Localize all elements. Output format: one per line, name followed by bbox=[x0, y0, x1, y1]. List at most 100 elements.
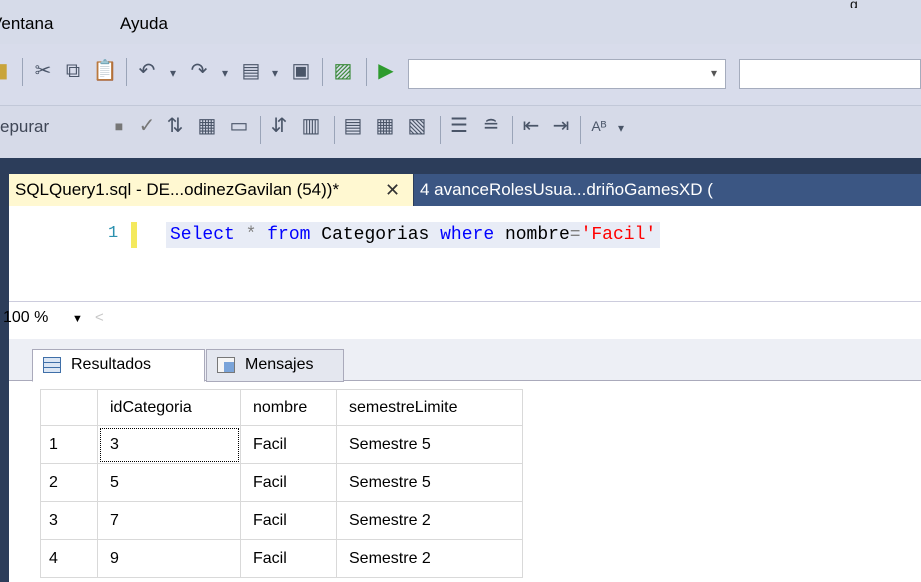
toolbar-separator bbox=[440, 116, 441, 144]
results-to-text-icon[interactable]: ▤ bbox=[340, 114, 366, 138]
row-number[interactable]: 1 bbox=[40, 425, 98, 464]
uncomment-icon[interactable]: ≘ bbox=[478, 114, 504, 138]
keyword-token: Select bbox=[170, 225, 235, 245]
zoom-level[interactable]: 100 % bbox=[3, 309, 48, 327]
toolbar-separator bbox=[322, 58, 323, 86]
row-number[interactable]: 3 bbox=[40, 501, 98, 540]
toolbar-overflow-icon[interactable]: ▾ bbox=[608, 116, 634, 140]
cell-semestrelimite[interactable]: Semestre 2 bbox=[336, 501, 523, 540]
save-icon[interactable]: ▣ bbox=[288, 59, 314, 83]
comment-icon[interactable]: ☰ bbox=[446, 114, 472, 138]
operator-token: = bbox=[569, 225, 581, 245]
code-line[interactable]: Select * from Categorias where nombre='F… bbox=[166, 222, 661, 248]
change-marker bbox=[131, 222, 137, 248]
close-icon[interactable]: ✕ bbox=[385, 174, 400, 206]
chevron-down-icon: ▾ bbox=[710, 66, 717, 80]
messages-icon bbox=[217, 357, 235, 373]
cell-semestrelimite[interactable]: Semestre 2 bbox=[336, 539, 523, 578]
decrease-indent-icon[interactable]: ⇤ bbox=[518, 114, 544, 138]
cut-icon[interactable]: ✂ bbox=[30, 59, 56, 83]
solution-configuration-selector[interactable] bbox=[739, 59, 921, 89]
tab-label: 4 avanceRolesUsua...driñoGamesXD ( bbox=[420, 180, 713, 199]
table-row[interactable]: 1 3 Facil Semestre 5 bbox=[40, 425, 523, 464]
toolbar-separator bbox=[334, 116, 335, 144]
line-number: 1 bbox=[108, 224, 119, 243]
chevron-down-icon[interactable]: ▼ bbox=[72, 313, 83, 325]
copy-icon[interactable]: ⧉ bbox=[60, 59, 86, 83]
string-token: 'Facil' bbox=[580, 225, 657, 245]
keyword-token: from bbox=[267, 225, 311, 245]
toolbar-separator bbox=[512, 116, 513, 144]
menu-bar: Ventana Ayuda g bbox=[0, 0, 921, 44]
identifier-token: Categorias bbox=[321, 225, 430, 245]
grid-icon bbox=[43, 357, 61, 373]
tab-avance-roles[interactable]: 4 avanceRolesUsua...driñoGamesXD ( bbox=[414, 174, 921, 206]
toolbar-separator bbox=[22, 58, 23, 86]
tab-sqlquery1[interactable]: SQLQuery1.sql - DE...odinezGavilan (54))… bbox=[9, 174, 413, 206]
menu-ventana[interactable]: Ventana bbox=[0, 14, 53, 34]
toolbar-separator bbox=[126, 58, 127, 86]
new-query-dropdown-icon[interactable]: ▾ bbox=[262, 61, 288, 85]
tab-mensajes[interactable]: Mensajes bbox=[206, 349, 344, 382]
table-row[interactable]: 3 7 Facil Semestre 2 bbox=[40, 501, 523, 540]
redo-icon[interactable]: ↷ bbox=[186, 59, 212, 83]
zoom-bar bbox=[9, 301, 921, 339]
estimated-plan-icon[interactable]: ⇅ bbox=[162, 114, 188, 138]
query-options-icon[interactable]: ▦ bbox=[194, 114, 220, 138]
row-number-header bbox=[40, 389, 98, 426]
tab-resultados[interactable]: Resultados bbox=[32, 349, 205, 382]
cell-nombre[interactable]: Facil bbox=[240, 425, 337, 464]
tab-label: Mensajes bbox=[245, 356, 314, 373]
activity-monitor-icon[interactable]: ▨ bbox=[330, 59, 356, 83]
query-editor[interactable] bbox=[9, 206, 921, 301]
row-number[interactable]: 4 bbox=[40, 539, 98, 578]
operator-token: * bbox=[245, 225, 257, 245]
cell-idcategoria[interactable]: 3 bbox=[97, 425, 241, 464]
table-row[interactable]: 4 9 Facil Semestre 2 bbox=[40, 539, 523, 578]
tab-label: Resultados bbox=[71, 356, 152, 373]
column-header-nombre[interactable]: nombre bbox=[240, 389, 337, 426]
cell-idcategoria[interactable]: 7 bbox=[97, 501, 241, 540]
sql-editor-toolbar: ■ ✓ ⇅ ▦ ▭ ⇵ ▥ ▤ ▦ ▧ ☰ ≘ ⇤ ⇥ Aᴮ ▾ bbox=[0, 106, 921, 158]
new-query-icon[interactable]: ▤ bbox=[238, 59, 264, 83]
row-number[interactable]: 2 bbox=[40, 463, 98, 502]
cell-semestrelimite[interactable]: Semestre 5 bbox=[336, 463, 523, 502]
toolbar-separator bbox=[580, 116, 581, 144]
database-selector[interactable]: ▾ bbox=[408, 59, 726, 89]
keyword-token: where bbox=[440, 225, 495, 245]
column-header-semestrelimite[interactable]: semestreLimite bbox=[336, 389, 523, 426]
cell-idcategoria[interactable]: 9 bbox=[97, 539, 241, 578]
results-to-file-icon[interactable]: ▧ bbox=[404, 114, 430, 138]
intellisense-icon[interactable]: ▭ bbox=[226, 114, 252, 138]
title-fragment: g bbox=[850, 0, 858, 8]
toolbar-separator bbox=[260, 116, 261, 144]
table-row[interactable]: 2 5 Facil Semestre 5 bbox=[40, 463, 523, 502]
cell-nombre[interactable]: Facil bbox=[240, 501, 337, 540]
column-header-idcategoria[interactable]: idCategoria bbox=[97, 389, 241, 426]
execute-icon[interactable]: ▶ bbox=[373, 59, 399, 83]
live-stats-icon[interactable]: ▥ bbox=[298, 114, 324, 138]
redo-dropdown-icon[interactable]: ▾ bbox=[212, 61, 238, 85]
include-plan-icon[interactable]: ⇵ bbox=[266, 114, 292, 138]
results-to-grid-icon[interactable]: ▦ bbox=[372, 114, 398, 138]
header-row: idCategoria nombre semestreLimite bbox=[40, 389, 523, 426]
cell-nombre[interactable]: Facil bbox=[240, 539, 337, 578]
increase-indent-icon[interactable]: ⇥ bbox=[548, 114, 574, 138]
scroll-left-icon[interactable]: < bbox=[95, 309, 104, 326]
cell-idcategoria[interactable]: 5 bbox=[97, 463, 241, 502]
results-grid[interactable]: idCategoria nombre semestreLimite 1 3 Fa… bbox=[40, 389, 523, 578]
debug-button-label[interactable]: epurar bbox=[0, 117, 49, 137]
cell-nombre[interactable]: Facil bbox=[240, 463, 337, 502]
paste-icon[interactable]: 📋 bbox=[92, 59, 118, 83]
cell-semestrelimite[interactable]: Semestre 5 bbox=[336, 425, 523, 464]
cancel-query-icon[interactable]: ■ bbox=[106, 114, 132, 138]
standard-toolbar: ▮ ✂ ⧉ 📋 ↶ ▾ ↷ ▾ ▤ ▾ ▣ ▨ ▶ ▾ bbox=[0, 44, 921, 106]
menu-ayuda[interactable]: Ayuda bbox=[120, 14, 168, 34]
identifier-token: nombre bbox=[504, 225, 570, 245]
undo-icon[interactable]: ↶ bbox=[134, 59, 160, 83]
open-file-icon[interactable]: ▮ bbox=[0, 59, 16, 83]
toolbar-separator bbox=[366, 58, 367, 86]
parse-icon[interactable]: ✓ bbox=[134, 114, 160, 138]
tab-label: SQLQuery1.sql - DE...odinezGavilan (54))… bbox=[15, 180, 340, 199]
undo-dropdown-icon[interactable]: ▾ bbox=[160, 61, 186, 85]
